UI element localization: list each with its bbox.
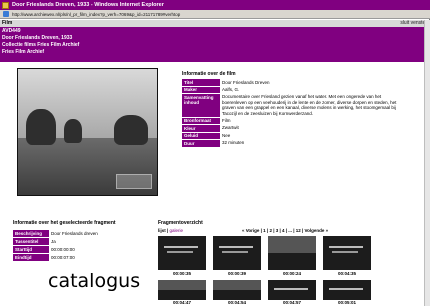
info-key: Kleur bbox=[182, 124, 220, 133]
info-row: Kleur Zwartwit bbox=[182, 124, 402, 133]
film-title: Door Frieslands Dreven, 1933 bbox=[2, 35, 73, 41]
fragment-info-table: Beschrijving Door Frieslands dreven Tusse… bbox=[13, 230, 123, 262]
fragment-thumbnail[interactable] bbox=[213, 280, 261, 300]
thumb-sky bbox=[158, 280, 206, 290]
thumb-text bbox=[329, 246, 363, 248]
film-archive: Fries Film Archief bbox=[2, 49, 45, 55]
fragment-key: Beschrijving bbox=[13, 230, 49, 238]
info-key: Bronformaat bbox=[182, 117, 220, 126]
info-row: Bronformaat Film bbox=[182, 117, 402, 126]
fragment-thumbnail[interactable] bbox=[323, 236, 371, 270]
info-key: Duur bbox=[182, 139, 220, 148]
thumb-text bbox=[222, 251, 248, 253]
fragment-row: Starttijd 00:00:00:00 bbox=[13, 245, 123, 254]
fragment-timecode: 00:00:39 bbox=[227, 271, 246, 276]
thumb-text bbox=[274, 288, 308, 290]
info-value: Zwartwit bbox=[222, 125, 239, 131]
film-banner: AVD449 Door Frieslands Dreven, 1933 Coll… bbox=[0, 27, 430, 62]
fragment-heading: Informatie over het geselecteerde fragme… bbox=[13, 220, 116, 226]
title-bar: Door Frieslands Dreven, 1933 - Windows I… bbox=[0, 0, 430, 10]
info-value: 32 minuten bbox=[222, 140, 245, 146]
tab-list[interactable]: lijst bbox=[158, 228, 166, 233]
fragment-timecode: 00:04:57 bbox=[282, 300, 301, 305]
fragment-thumbnail[interactable] bbox=[323, 280, 371, 300]
thumb-text bbox=[167, 251, 193, 253]
browser-icon bbox=[2, 1, 9, 9]
info-key: Maker bbox=[182, 86, 220, 95]
fragment-value: 00:00:07:00 bbox=[51, 255, 75, 260]
info-heading: Informatie over de film bbox=[182, 71, 236, 77]
fragment-thumbnail[interactable] bbox=[268, 236, 316, 270]
fragment-value: 00:00:00:00 bbox=[51, 247, 75, 252]
fragment-row: Tussentitel Ja bbox=[13, 237, 123, 246]
view-tabs: lijst | galerie bbox=[158, 228, 184, 233]
info-row: Maker Aalfs, G. bbox=[182, 86, 402, 95]
info-value: Film bbox=[222, 117, 231, 123]
fragment-key: Tussentitel bbox=[13, 237, 49, 246]
film-collection: Collectie films Fries Film Archief bbox=[2, 42, 80, 48]
film-header: Film sluit venster bbox=[0, 20, 430, 27]
fragment-timecode: 00:00:35 bbox=[172, 271, 191, 276]
address-bar[interactable]: http://www.archiewex.nl/pls/nl_pr_film_i… bbox=[0, 10, 430, 19]
info-row: Geluid Nee bbox=[182, 132, 402, 141]
window-title: Door Frieslands Dreven, 1933 - Windows I… bbox=[12, 2, 164, 8]
still-tree bbox=[26, 109, 56, 145]
thumb-text bbox=[219, 246, 253, 248]
close-window-link[interactable]: sluit venster bbox=[400, 20, 427, 27]
fragment-value: Ja bbox=[51, 239, 56, 244]
film-id: AVD449 bbox=[2, 28, 21, 34]
page-icon bbox=[3, 11, 9, 17]
caption-text: catalogus bbox=[48, 270, 141, 292]
url-text[interactable]: http://www.archiewex.nl/pls/nl_pr_film_i… bbox=[12, 12, 180, 17]
still-watermark bbox=[116, 174, 152, 189]
still-tree bbox=[64, 119, 82, 143]
thumb-text bbox=[164, 246, 198, 248]
film-still-image[interactable] bbox=[17, 68, 158, 196]
tab-gallery[interactable]: galerie bbox=[170, 228, 184, 233]
thumb-sky bbox=[213, 280, 261, 290]
info-key: Geluid bbox=[182, 132, 220, 141]
fragment-timecode: 00:04:54 bbox=[227, 300, 246, 305]
thumb-text bbox=[332, 251, 358, 253]
vertical-scrollbar[interactable] bbox=[424, 20, 430, 306]
info-key: Samenvatting inhoud bbox=[182, 93, 220, 118]
fragment-key: Starttijd bbox=[13, 245, 49, 254]
fragment-thumbnail[interactable] bbox=[268, 280, 316, 300]
info-row: Titel Door Frieslands Dreven bbox=[182, 79, 402, 87]
info-value: Door Frieslands Dreven bbox=[222, 79, 270, 85]
thumb-sky bbox=[268, 236, 316, 253]
fragment-timecode: 00:00:24 bbox=[282, 271, 301, 276]
info-key: Titel bbox=[182, 79, 220, 87]
info-value: Nee bbox=[222, 132, 231, 138]
still-tree bbox=[114, 115, 148, 145]
browser-window: Door Frieslands Dreven, 1933 - Windows I… bbox=[0, 0, 430, 306]
fragment-key: Eindtijd bbox=[13, 253, 49, 262]
fragment-timecode: 00:04:47 bbox=[172, 300, 191, 305]
info-value: Aalfs, G. bbox=[222, 86, 240, 92]
fragment-thumbnail[interactable] bbox=[158, 280, 206, 300]
fragment-thumbnail[interactable] bbox=[158, 236, 206, 270]
fragment-row: Beschrijving Door Frieslands dreven bbox=[13, 230, 123, 238]
fragment-timecode: 00:04:35 bbox=[337, 271, 356, 276]
fragment-value: Door Frieslands dreven bbox=[51, 231, 98, 237]
film-info-table: Titel Door Frieslands Dreven Maker Aalfs, … bbox=[182, 79, 402, 148]
fragments-heading: Fragmentoverzicht bbox=[158, 220, 203, 226]
thumb-text bbox=[329, 288, 363, 290]
info-row: Duur 32 minuten bbox=[182, 139, 402, 148]
fragments-pager: lijst | galerie « Vorige | 1 | 2 | 3 | 4… bbox=[158, 227, 416, 234]
info-row: Samenvatting inhoud Documentaire over Fri… bbox=[182, 93, 402, 118]
pagination[interactable]: « Vorige | 1 | 2 | 3 | 4 | ... | 12 | Vo… bbox=[242, 227, 328, 234]
info-value: Documentaire over Friesland gezien vanaf… bbox=[222, 94, 397, 116]
fragment-row: Eindtijd 00:00:07:00 bbox=[13, 253, 123, 262]
fragment-thumbnail[interactable] bbox=[213, 236, 261, 270]
fragment-timecode: 00:05:01 bbox=[337, 300, 356, 305]
film-label: Film bbox=[2, 20, 13, 26]
